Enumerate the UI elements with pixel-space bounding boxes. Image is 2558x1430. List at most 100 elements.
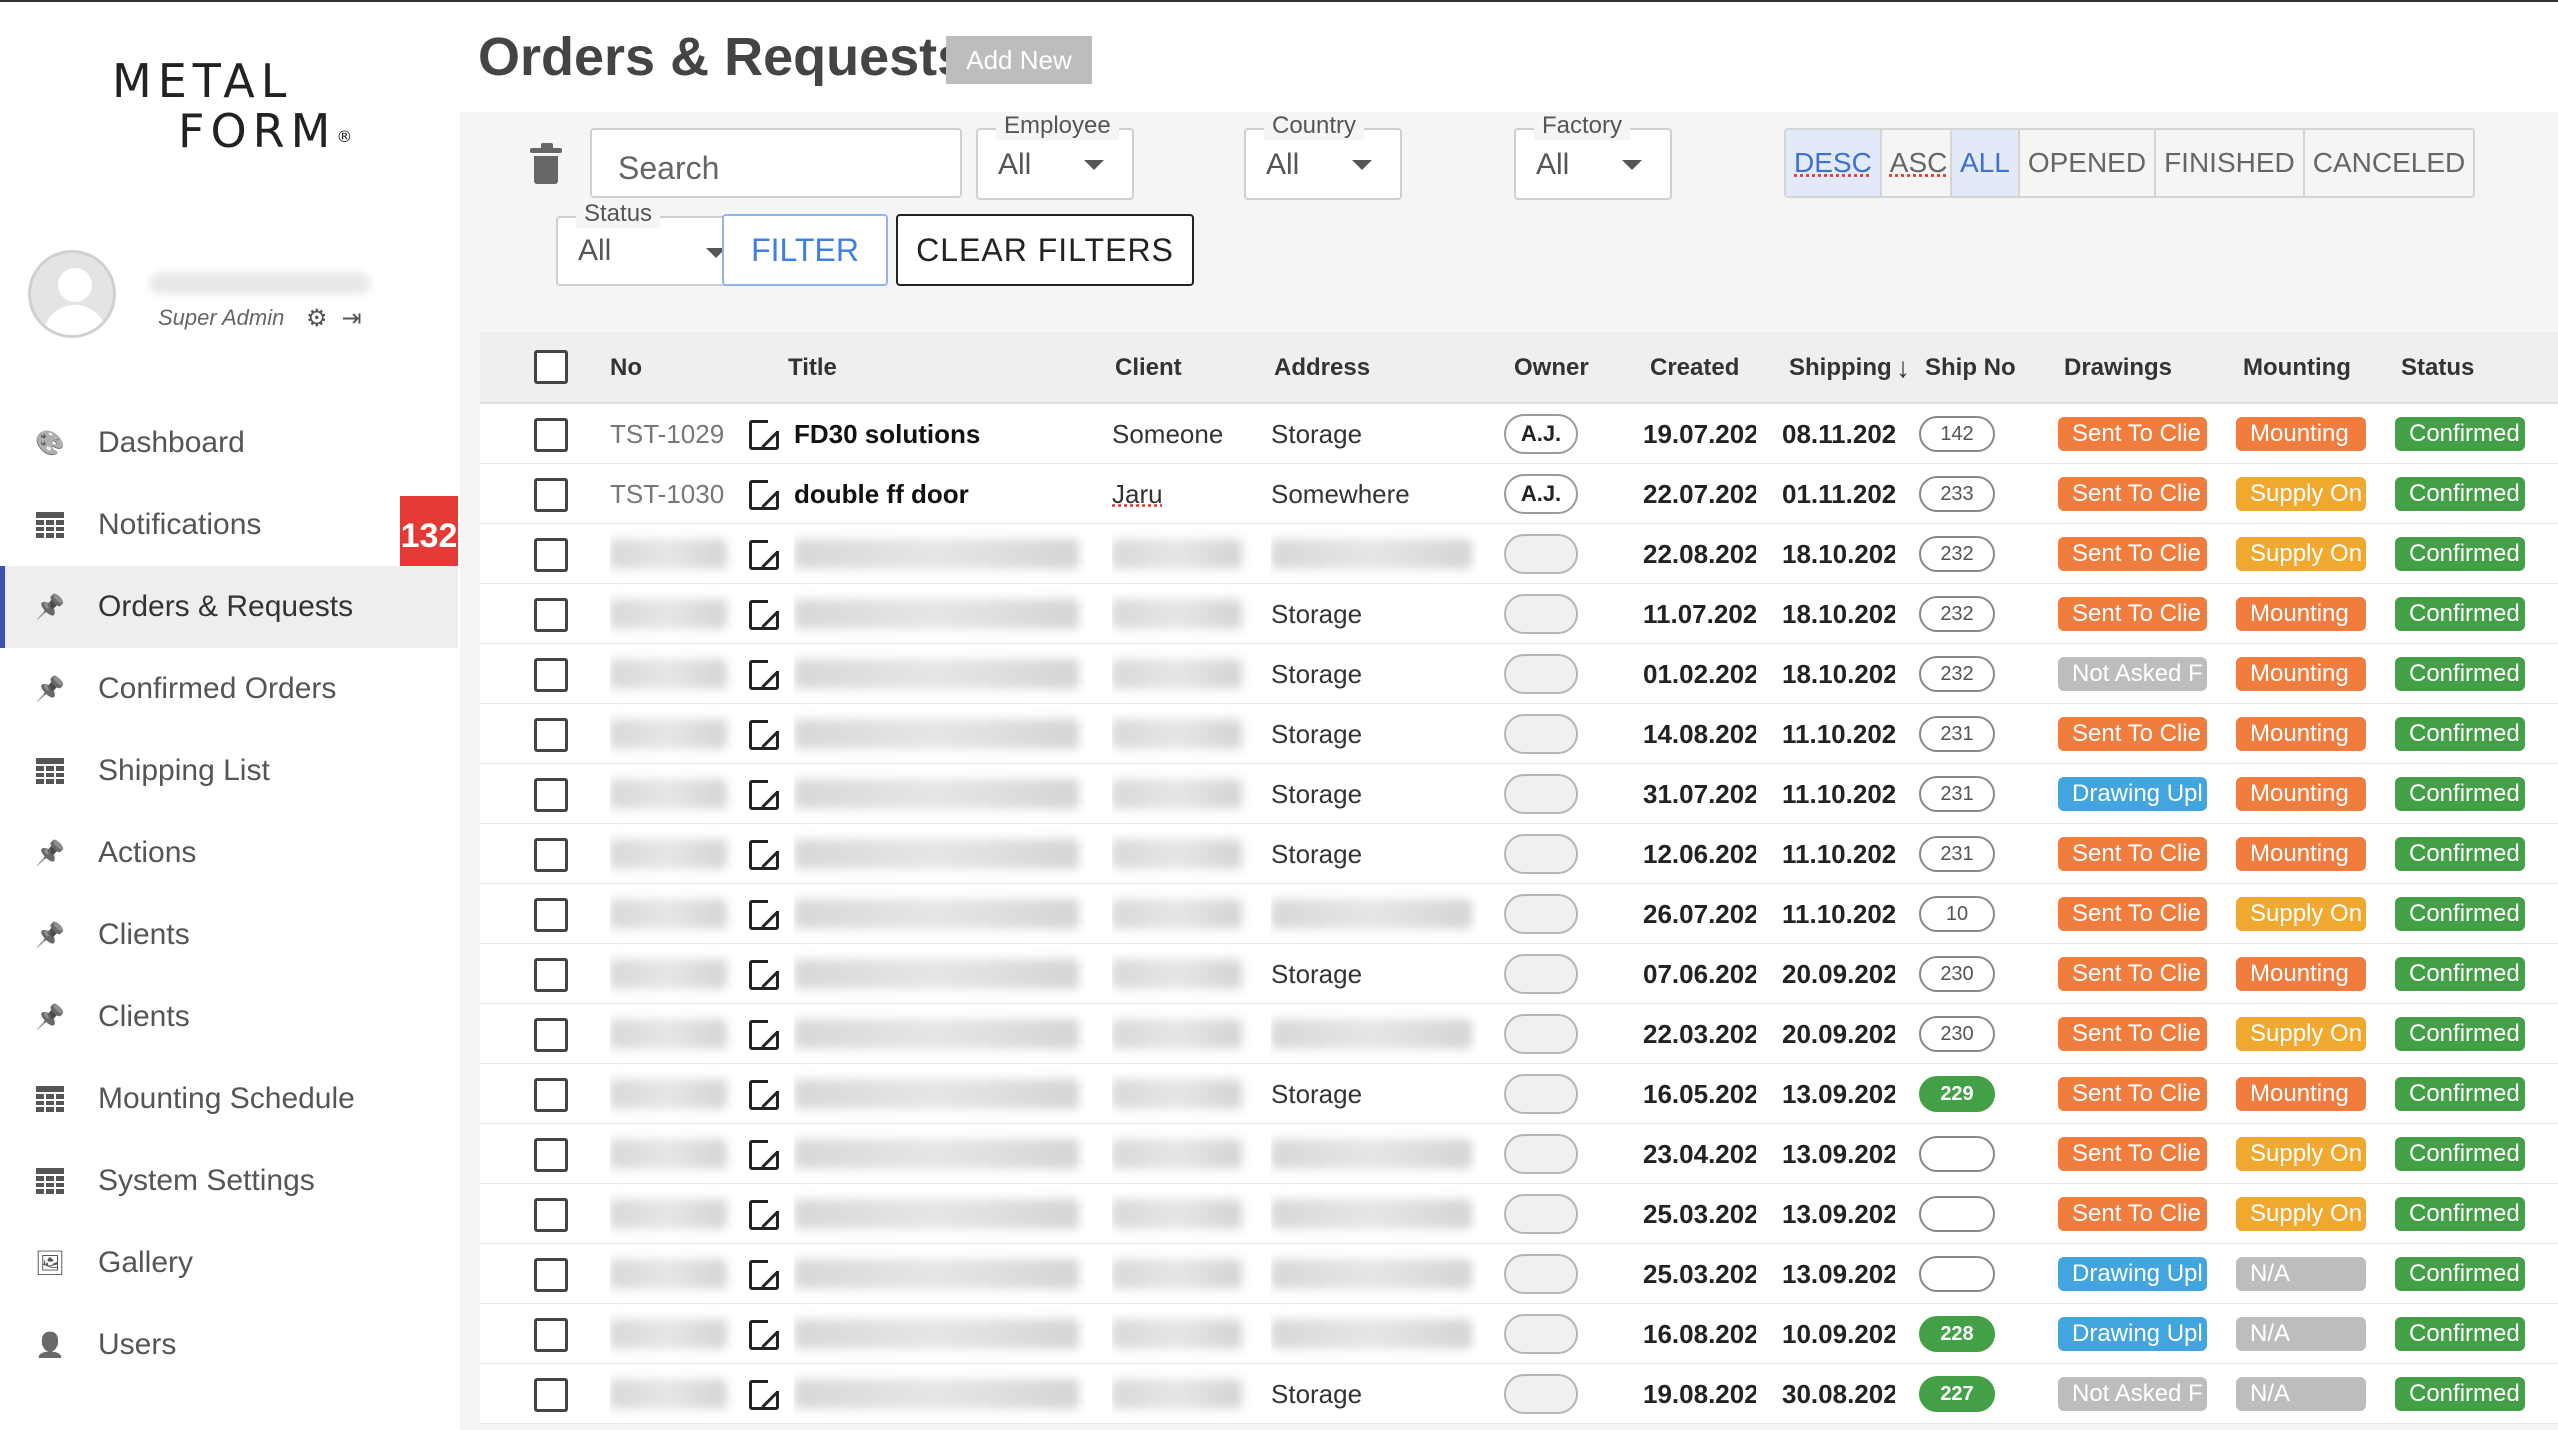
edit-icon[interactable] (749, 837, 782, 870)
sidebar-item-clients[interactable]: 📌 Clients (0, 894, 458, 976)
table-row[interactable]: 26.07.202 11.10.202 10 Sent To Clie Supply O… (480, 884, 2558, 944)
owner-badge[interactable] (1504, 1134, 1578, 1174)
edit-icon[interactable] (749, 717, 782, 750)
table-row[interactable]: 22.03.202 20.09.202 230 Sent To Clie Supply … (480, 1004, 2558, 1064)
table-row[interactable]: Storage 19.08.202 30.08.202 227 Not Asked F N… (480, 1364, 2558, 1424)
owner-badge[interactable] (1504, 534, 1578, 574)
row-checkbox[interactable] (534, 418, 568, 452)
owner-badge[interactable] (1504, 1254, 1578, 1294)
row-checkbox[interactable] (534, 1198, 568, 1232)
edit-icon[interactable] (749, 477, 782, 510)
owner-badge[interactable] (1504, 654, 1578, 694)
sidebar-item-shipping-list[interactable]: Shipping List (0, 730, 458, 812)
edit-icon[interactable] (749, 1317, 782, 1350)
table-row[interactable]: Storage 14.08.202 11.10.202 231 Sent To Clie… (480, 704, 2558, 764)
table-row[interactable]: 23.04.202 13.09.202 Sent To Clie Supply On C… (480, 1124, 2558, 1184)
edit-icon[interactable] (749, 777, 782, 810)
column-header-client[interactable]: Client (1115, 332, 1182, 404)
sidebar-item-gallery[interactable]: 🖼 Gallery (0, 1222, 458, 1304)
owner-badge[interactable] (1504, 894, 1578, 934)
employee-select[interactable]: Employee All (976, 112, 1134, 200)
column-header-ship-no[interactable]: Ship No (1925, 332, 2016, 404)
owner-badge[interactable] (1504, 1374, 1578, 1414)
row-checkbox[interactable] (534, 1318, 568, 1352)
owner-badge[interactable] (1504, 1074, 1578, 1114)
table-row[interactable]: 25.03.202 13.09.202 Sent To Clie Supply On C… (480, 1184, 2558, 1244)
sort-asc[interactable]: ASC (1882, 130, 1956, 196)
clear-filters-button[interactable]: CLEAR FILTERS (896, 214, 1194, 286)
column-header-status[interactable]: Status (2401, 332, 2474, 404)
row-checkbox[interactable] (534, 1138, 568, 1172)
tab-opened[interactable]: OPENED (2020, 130, 2157, 196)
sidebar-item-users[interactable]: 👤 Users (0, 1304, 458, 1386)
owner-badge[interactable] (1504, 714, 1578, 754)
logout-icon[interactable]: ⇥ (342, 305, 362, 332)
sidebar-item-notifications[interactable]: Notifications 132 (0, 484, 458, 576)
table-row[interactable]: 22.08.202 18.10.202 232 Sent To Clie Supply … (480, 524, 2558, 584)
row-checkbox[interactable] (534, 538, 568, 572)
edit-icon[interactable] (749, 657, 782, 690)
sidebar-item-mounting-schedule[interactable]: Mounting Schedule (0, 1058, 458, 1140)
table-row[interactable]: Storage 01.02.202 18.10.202 232 Not Asked F M… (480, 644, 2558, 704)
column-header-address[interactable]: Address (1274, 332, 1370, 404)
tab-canceled[interactable]: CANCELED (2305, 130, 2473, 196)
table-row[interactable]: Storage 12.06.202 11.10.202 231 Sent To Clie… (480, 824, 2558, 884)
row-checkbox[interactable] (534, 718, 568, 752)
row-checkbox[interactable] (534, 1078, 568, 1112)
row-checkbox[interactable] (534, 838, 568, 872)
sidebar-item-dashboard[interactable]: 🎨 Dashboard (0, 402, 458, 484)
table-row[interactable]: TST-1030 double ff door Jaru Somewhere A.J. 2… (480, 464, 2558, 524)
owner-badge[interactable] (1504, 594, 1578, 634)
edit-icon[interactable] (749, 417, 782, 450)
owner-badge[interactable] (1504, 1314, 1578, 1354)
select-all-checkbox[interactable] (534, 350, 568, 384)
table-row[interactable]: Storage 07.06.202 20.09.202 230 Sent To Clie… (480, 944, 2558, 1004)
column-header-no[interactable]: No (610, 332, 642, 404)
row-checkbox[interactable] (534, 898, 568, 932)
factory-select[interactable]: Factory All (1514, 112, 1672, 200)
table-row[interactable]: Storage 11.07.202 18.10.202 232 Sent To Clie… (480, 584, 2558, 644)
sidebar-item-confirmed-orders[interactable]: 📌 Confirmed Orders (0, 648, 458, 730)
sidebar-item-actions[interactable]: 📌 Actions (0, 812, 458, 894)
arrow-down-icon[interactable]: ↓ (1896, 332, 1910, 404)
edit-icon[interactable] (749, 1077, 782, 1110)
sort-desc[interactable]: DESC (1786, 130, 1882, 196)
table-row[interactable]: Storage 16.05.202 13.09.202 229 Sent To Clie… (480, 1064, 2558, 1124)
owner-badge[interactable] (1504, 774, 1578, 814)
edit-icon[interactable] (749, 957, 782, 990)
row-checkbox[interactable] (534, 478, 568, 512)
edit-icon[interactable] (749, 897, 782, 930)
row-checkbox[interactable] (534, 778, 568, 812)
edit-icon[interactable] (749, 537, 782, 570)
search-input[interactable]: Search (590, 128, 962, 198)
add-new-button[interactable]: Add New (946, 36, 1092, 84)
column-header-shipping[interactable]: Shipping (1789, 332, 1892, 404)
column-header-mounting[interactable]: Mounting (2243, 332, 2351, 404)
gear-icon[interactable]: ⚙ (306, 305, 328, 332)
edit-icon[interactable] (749, 1197, 782, 1230)
owner-badge[interactable] (1504, 834, 1578, 874)
column-header-title[interactable]: Title (788, 332, 837, 404)
sidebar-item-orders-requests[interactable]: 📌 Orders & Requests (0, 566, 458, 648)
row-checkbox[interactable] (534, 1378, 568, 1412)
edit-icon[interactable] (749, 1257, 782, 1290)
row-checkbox[interactable] (534, 958, 568, 992)
edit-icon[interactable] (749, 1377, 782, 1410)
edit-icon[interactable] (749, 597, 782, 630)
owner-badge[interactable] (1504, 954, 1578, 994)
tab-all[interactable]: ALL (1952, 130, 2020, 196)
table-row[interactable]: TST-1029 FD30 solutions Someone Storage A.J.… (480, 404, 2558, 464)
filter-button[interactable]: FILTER (722, 214, 888, 286)
edit-icon[interactable] (749, 1137, 782, 1170)
table-row[interactable]: 16.08.202 10.09.202 228 Drawing Upl N/A Confi… (480, 1304, 2558, 1364)
row-checkbox[interactable] (534, 598, 568, 632)
country-select[interactable]: Country All (1244, 112, 1402, 200)
owner-badge[interactable] (1504, 1194, 1578, 1234)
owner-badge[interactable]: A.J. (1504, 474, 1578, 514)
sidebar-item-clients[interactable]: 📌 Clients (0, 976, 458, 1058)
sidebar-item-system-settings[interactable]: System Settings (0, 1140, 458, 1222)
table-row[interactable]: 25.03.202 13.09.202 Drawing Upl N/A Confirme… (480, 1244, 2558, 1304)
edit-icon[interactable] (749, 1017, 782, 1050)
column-header-drawings[interactable]: Drawings (2064, 332, 2172, 404)
column-header-created[interactable]: Created (1650, 332, 1739, 404)
